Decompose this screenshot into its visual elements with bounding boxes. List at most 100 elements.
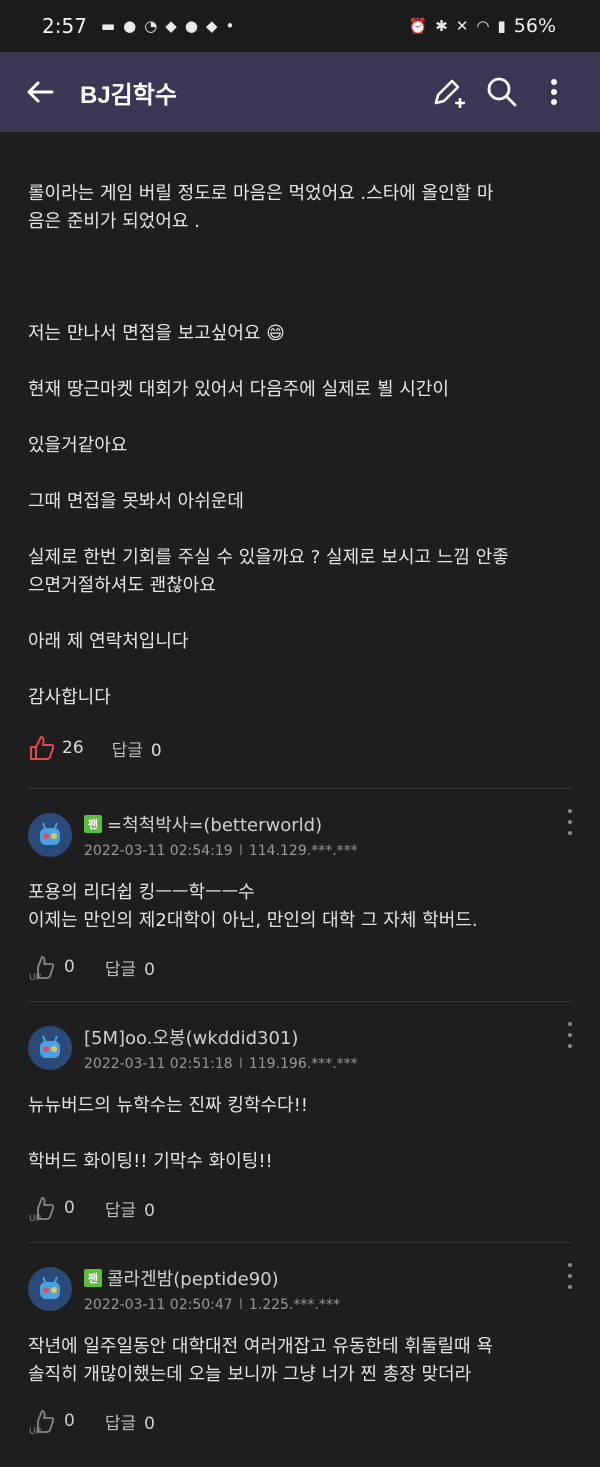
more-vertical-icon <box>551 79 557 105</box>
talk-icon: ● <box>123 17 137 35</box>
comment-line: 뉴뉴버드의 뉴학수는 진짜 킹학수다!! <box>28 1095 308 1116</box>
comment-actions: UP 0 답글 0 <box>28 953 572 981</box>
author-name: 콜라겐밤(peptide90) <box>107 1269 279 1290</box>
reply-label: 답글 <box>111 740 143 761</box>
comment-line: 학버드 화이팅!! 기막수 화이팅!! <box>28 1151 273 1172</box>
post-paragraph: 실제로 한번 기회를 주실 수 있을까요 ? 실제로 보시고 느낌 안좋 <box>28 547 509 568</box>
search-button[interactable] <box>476 70 528 114</box>
post-like-count: 26 <box>62 738 84 758</box>
app-bar: BJ김학수 <box>0 52 600 132</box>
comment-item: 팬 =척척박사=(betterworld) 2022-03-11 02:54:1… <box>0 789 600 1001</box>
search-icon <box>487 77 517 107</box>
comment-item: [5M]oo.오봉(wkddid301) 2022-03-11 02:51:18… <box>0 1002 600 1242</box>
comment-reply-button[interactable]: 답글 0 <box>105 955 155 980</box>
like-thumb-icon[interactable] <box>28 734 56 762</box>
post-reply-button[interactable]: 답글 0 <box>112 736 162 761</box>
wifi-icon: ◠ <box>476 17 490 35</box>
comment-author[interactable]: 팬 =척척박사=(betterworld) <box>84 811 358 837</box>
comment-body: 포용의 리더쉽 킹ㅡㅡ학ㅡㅡ수 이제는 만인의 제2대학이 아닌, 만인의 대학… <box>28 879 572 935</box>
status-time: 2:57 <box>42 14 87 38</box>
pencil-plus-icon <box>434 79 465 108</box>
post-paragraph: 아래 제 연락처입니다 <box>28 631 189 652</box>
post-paragraph: 감사합니다 <box>28 687 111 708</box>
tv-mascot-icon <box>40 822 60 845</box>
back-button[interactable] <box>24 76 56 108</box>
comment-reply-button[interactable]: 답글 0 <box>105 1196 155 1221</box>
post-reply-count: 0 <box>150 740 162 761</box>
message-icon: ▬ <box>100 17 116 35</box>
post-paragraph: 으면거절하셔도 괜찮아요 <box>28 575 216 596</box>
avatar[interactable] <box>28 1026 72 1070</box>
comment-more-button[interactable] <box>560 1022 580 1048</box>
up-thumb-icon[interactable]: UP <box>28 1407 56 1435</box>
comment-reply-count: 0 <box>144 959 155 980</box>
comment-ip: 1.225.***.*** <box>248 1297 340 1313</box>
post-body: 롤이라는 게임 버릴 정도로 마음은 먹었어요 .스타에 올인할 마 음은 준비… <box>0 132 600 788</box>
comment-ip: 119.196.***.*** <box>248 1056 358 1072</box>
comment-reply-count: 0 <box>144 1413 155 1434</box>
post-paragraph: 롤이라는 게임 버릴 정도로 마음은 먹었어요 .스타에 올인할 마 <box>28 183 494 204</box>
reply-label: 답글 <box>104 1413 137 1434</box>
comment-author[interactable]: 팬 콜라겐밤(peptide90) <box>84 1265 340 1291</box>
up-thumb-icon[interactable]: UP <box>28 953 56 981</box>
svg-text:UP: UP <box>29 1427 42 1435</box>
comment-like-count: 0 <box>64 957 75 977</box>
fan-badge: 팬 <box>84 815 102 833</box>
post-paragraph: 음은 준비가 되었어요 . <box>28 211 200 232</box>
comment-body: 뉴뉴버드의 뉴학수는 진짜 킹학수다!! 학버드 화이팅!! 기막수 화이팅!! <box>28 1092 572 1176</box>
dot-icon: • <box>225 17 235 35</box>
timer-icon: ◔ <box>144 17 158 35</box>
svg-text:UP: UP <box>29 1214 42 1222</box>
comment-meta: 2022-03-11 02:54:19 I 114.129.***.*** <box>84 843 358 859</box>
comment-line: 이제는 만인의 제2대학이 아닌, 만인의 대학 그 자체 학버드. <box>28 910 478 931</box>
comment-date: 2022-03-11 02:50:47 <box>84 1297 233 1313</box>
more-menu-button[interactable] <box>528 70 580 114</box>
comment-line: 포용의 리더쉽 킹ㅡㅡ학ㅡㅡ수 <box>28 882 255 903</box>
comment-date: 2022-03-11 02:54:19 <box>84 843 233 859</box>
post-paragraph: 저는 만나서 면접을 보고싶어요 😄 <box>28 323 285 344</box>
up-thumb-icon[interactable]: UP <box>28 1194 56 1222</box>
status-bar: 2:57 ▬ ● ◔ ◆ ● ◆ • ⏰ ✱ ✕ ◠ ▮ 56% <box>0 0 600 52</box>
comment-actions: UP 0 답글 0 <box>28 1194 572 1222</box>
tv-mascot-icon <box>40 1035 60 1058</box>
avatar[interactable] <box>28 813 72 857</box>
comment-meta: 2022-03-11 02:50:47 I 1.225.***.*** <box>84 1297 340 1313</box>
reply-label: 답글 <box>104 1200 137 1221</box>
post-paragraph: 있을거같아요 <box>28 435 128 456</box>
comment-reply-count: 0 <box>144 1200 155 1221</box>
post-reactions: 26 답글 0 <box>28 734 572 762</box>
chat-bubble-2-icon: ◆ <box>205 17 218 35</box>
comment-author[interactable]: [5M]oo.오봉(wkddid301) <box>84 1024 358 1050</box>
tv-mascot-icon <box>40 1276 60 1299</box>
mute-icon: ✕ <box>455 17 469 35</box>
comment-item: 팬 콜라겐밤(peptide90) 2022-03-11 02:50:47 I 1.… <box>0 1243 600 1455</box>
comment-ip: 114.129.***.*** <box>248 843 358 859</box>
bluetooth-icon: ✱ <box>435 17 448 35</box>
fan-badge: 팬 <box>84 1269 102 1287</box>
facebook-icon: ● <box>184 17 198 35</box>
author-name: [5M]oo.오봉(wkddid301) <box>84 1028 299 1049</box>
arrow-left-icon <box>27 81 54 103</box>
comment-meta: 2022-03-11 02:51:18 I 119.196.***.*** <box>84 1056 358 1072</box>
comment-line: 솔직히 개많이했는데 오늘 보니까 그냥 너가 찐 총장 맞더라 <box>28 1364 472 1385</box>
comment-more-button[interactable] <box>560 1263 580 1289</box>
alarm-icon: ⏰ <box>408 17 428 35</box>
comment-line: 작년에 일주일동안 대학대전 여러개잡고 유동한테 휘둘릴때 욕 <box>28 1336 493 1357</box>
post-paragraph: 그때 면접을 못봐서 아쉬운데 <box>28 491 244 512</box>
battery-level: 56% <box>513 15 556 37</box>
comment-like-count: 0 <box>64 1411 75 1431</box>
comment-reply-button[interactable]: 답글 0 <box>105 1409 155 1434</box>
post-paragraph: 현재 땅근마켓 대회가 있어서 다음주에 실제로 뵐 시간이 <box>28 379 449 400</box>
reply-label: 답글 <box>104 959 137 980</box>
comment-actions: UP 0 답글 0 <box>28 1407 572 1435</box>
author-name: =척척박사=(betterworld) <box>107 815 323 836</box>
comment-like-count: 0 <box>64 1198 75 1218</box>
signal-icon: ▮ <box>497 17 506 35</box>
write-button[interactable] <box>424 70 476 114</box>
comment-more-button[interactable] <box>560 809 580 835</box>
comment-body: 작년에 일주일동안 대학대전 여러개잡고 유동한테 휘둘릴때 욕 솔직히 개많이… <box>28 1333 572 1389</box>
page-title: BJ김학수 <box>80 81 177 109</box>
avatar[interactable] <box>28 1267 72 1311</box>
comment-date: 2022-03-11 02:51:18 <box>84 1056 233 1072</box>
chat-bubble-icon: ◆ <box>165 17 177 35</box>
